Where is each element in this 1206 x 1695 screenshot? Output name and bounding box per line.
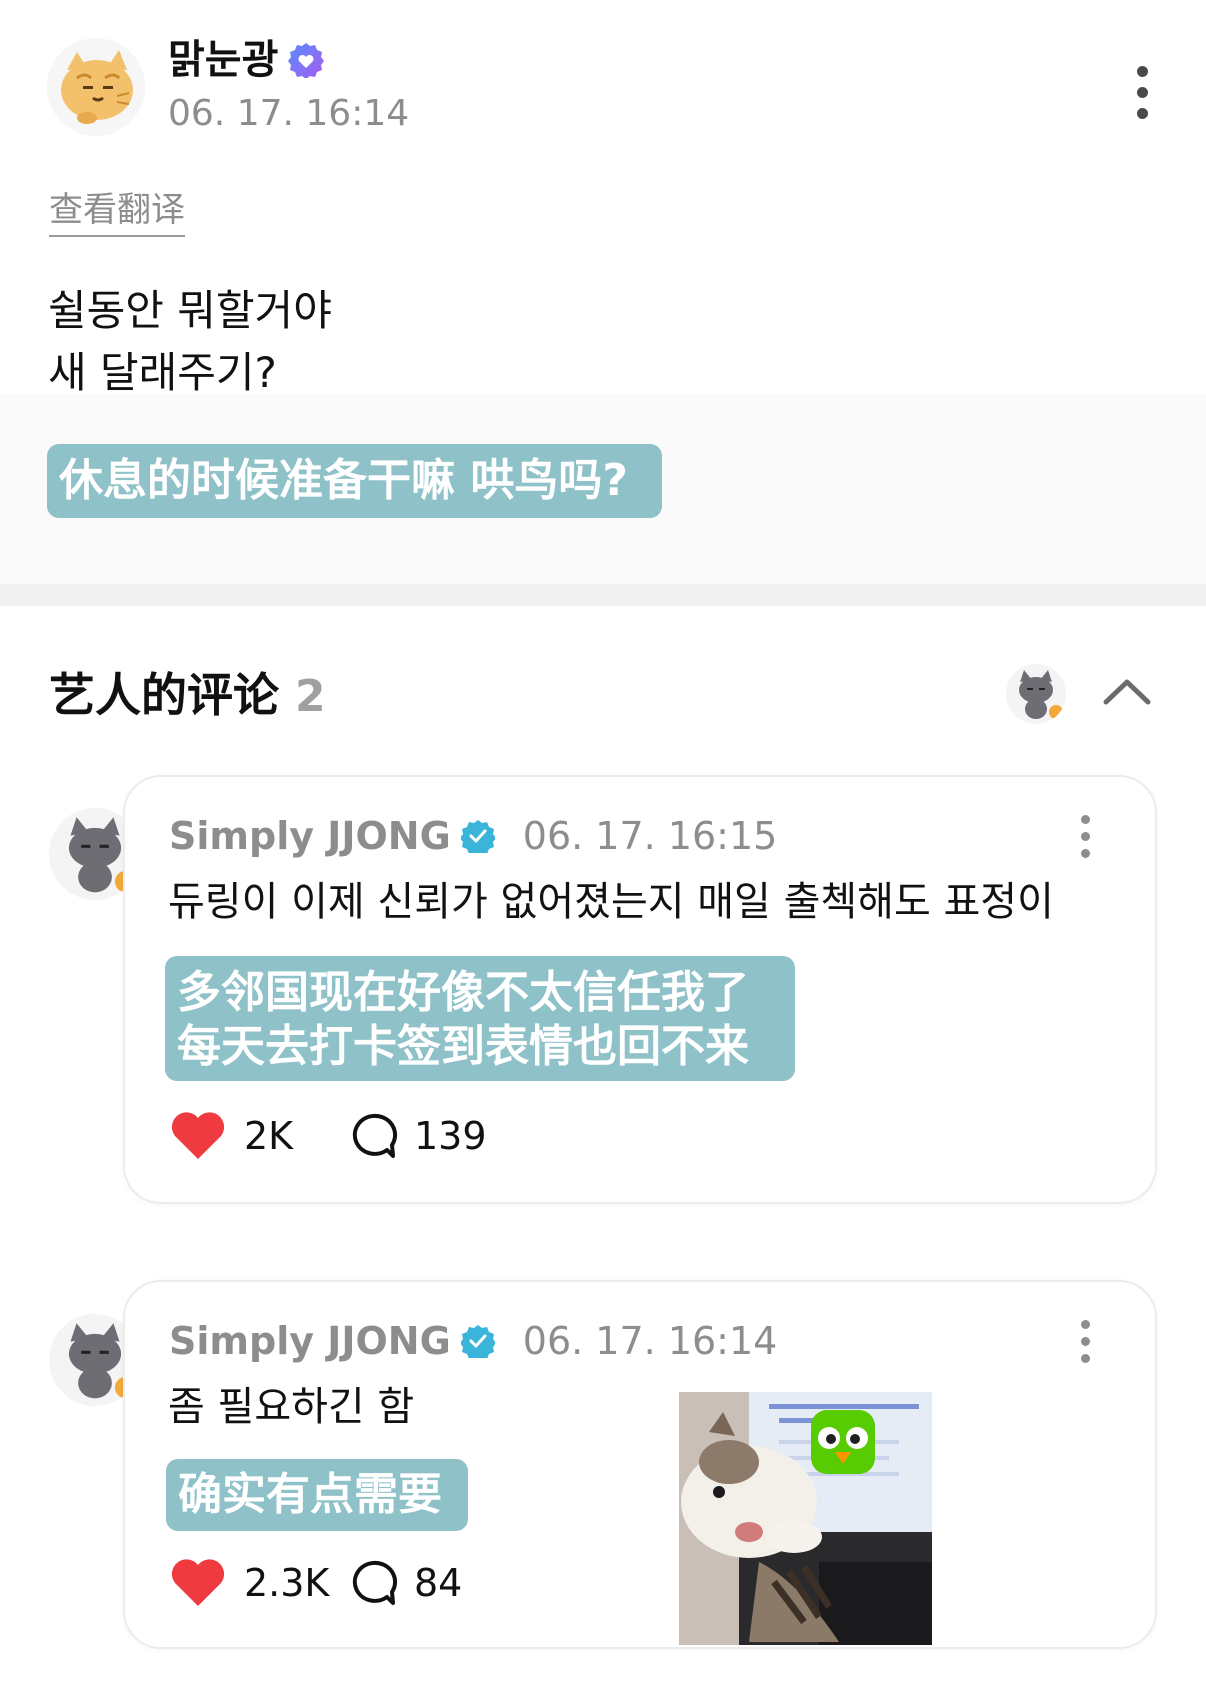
comments-header-avatar[interactable] — [1006, 664, 1066, 724]
comment-1-more-options-button[interactable] — [1081, 815, 1090, 858]
kebab-dot — [1081, 815, 1090, 824]
comment-1-translation-box: 多邻国现在好像不太信任我了 每天去打卡签到表情也回不来 — [165, 956, 795, 1081]
duolingo-owl-icon — [811, 1410, 875, 1474]
comment-reply-count: 139 — [414, 1114, 487, 1158]
verified-check-badge-icon — [460, 1325, 495, 1358]
comment-timestamp: 06. 17. 16:15 — [522, 814, 778, 858]
comment-1-text: 듀링이 이제 신뢰가 없어졌는지 매일 출첵해도 표정이 — [168, 879, 1054, 925]
gray-cat-avatar-icon — [1006, 664, 1066, 724]
heart-like-icon[interactable] — [170, 1558, 226, 1608]
comment-2-stats: 2.3K 84 — [170, 1558, 462, 1608]
kebab-dot — [1081, 1337, 1090, 1346]
artist-comments-title: 艺人的评论 — [49, 668, 279, 722]
comment-2-attached-image[interactable] — [679, 1392, 932, 1645]
kebab-dot — [1137, 66, 1148, 77]
reply-bubble-icon[interactable] — [348, 1559, 398, 1607]
post-author-row: 맑눈광 — [168, 40, 325, 80]
post-timestamp: 06. 17. 16:14 — [168, 93, 410, 134]
comment-timestamp: 06. 17. 16:14 — [522, 1319, 778, 1363]
artist-comments-header: 艺人的评论 2 — [49, 672, 326, 719]
comment-author-name[interactable]: Simply JJONG — [169, 1322, 451, 1360]
post-more-options-button[interactable] — [1137, 66, 1148, 119]
comment-reply-count: 84 — [414, 1561, 463, 1605]
kebab-dot — [1081, 849, 1090, 858]
post-body-text: 쉴동안 뭐할거야 새 달래주기? — [48, 286, 332, 397]
post-translation-box: 休息的时候准备干嘛 哄鸟吗? — [47, 444, 662, 518]
artist-comments-count: 2 — [295, 671, 326, 722]
view-translation-link[interactable]: 查看翻译 — [49, 193, 185, 237]
kebab-dot — [1081, 1320, 1090, 1329]
kebab-dot — [1137, 87, 1148, 98]
cat-photo-icon — [679, 1392, 932, 1645]
verified-heart-badge-icon — [288, 43, 325, 78]
post-author-name[interactable]: 맑눈광 — [168, 40, 278, 80]
kebab-dot — [1081, 1354, 1090, 1363]
section-divider — [0, 584, 1206, 606]
collapse-chevron-up-icon[interactable] — [1102, 676, 1152, 706]
comment-1-header: Simply JJONG 06. 17. 16:15 — [169, 817, 777, 855]
comment-like-count: 2.3K — [244, 1561, 330, 1605]
comment-1-stats: 2K 139 — [170, 1111, 487, 1161]
comment-author-name[interactable]: Simply JJONG — [169, 817, 451, 855]
comment-2-text: 좀 필요하긴 함 — [168, 1384, 415, 1430]
post-author-avatar[interactable] — [47, 38, 145, 136]
kebab-dot — [1081, 832, 1090, 841]
heart-like-icon[interactable] — [170, 1111, 226, 1161]
comment-2-header: Simply JJONG 06. 17. 16:14 — [169, 1322, 777, 1360]
orange-cat-avatar-icon — [47, 38, 145, 136]
verified-check-badge-icon — [460, 820, 495, 853]
comment-2-more-options-button[interactable] — [1081, 1320, 1090, 1363]
comment-2-translation-box: 确实有点需要 — [166, 1459, 468, 1531]
reply-bubble-icon[interactable] — [348, 1112, 398, 1160]
kebab-dot — [1137, 108, 1148, 119]
comment-like-count: 2K — [244, 1114, 294, 1158]
